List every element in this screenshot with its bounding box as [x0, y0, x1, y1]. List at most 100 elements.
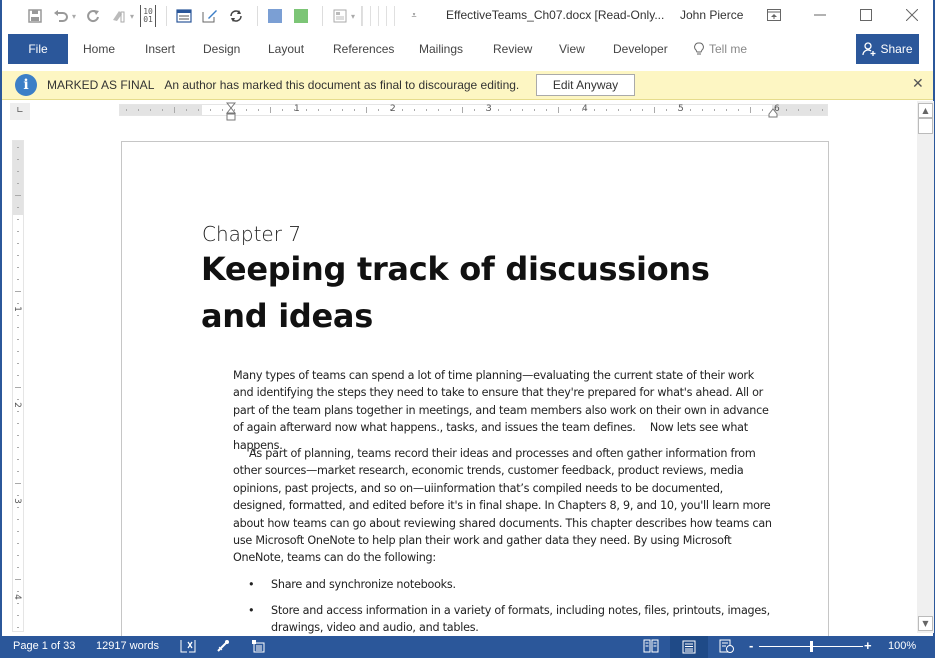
tell-me-box[interactable]: Tell me [694, 34, 747, 64]
status-bar: Page 1 of 33 12917 words - + 100% [2, 636, 933, 658]
message-text: An author has marked this document as fi… [164, 78, 520, 92]
read-mode-icon[interactable] [643, 639, 659, 656]
scroll-down-button[interactable]: ▼ [918, 616, 933, 631]
ruler-tick [354, 109, 355, 111]
layout-icon[interactable] [329, 5, 351, 27]
ruler-tick [17, 171, 19, 172]
separator [257, 6, 259, 26]
ruler-tick [606, 109, 607, 111]
scroll-up-button[interactable]: ▲ [918, 103, 933, 118]
ruler-tick [17, 471, 19, 472]
ruler-tick [594, 109, 595, 111]
undo-icon[interactable] [50, 5, 72, 27]
tab-insert[interactable]: Insert [145, 34, 175, 64]
info-icon: i [15, 74, 37, 96]
ruler-tick [17, 351, 19, 352]
refresh-icon[interactable] [225, 5, 247, 27]
proofing-icon[interactable] [180, 639, 196, 656]
share-button[interactable]: Share [856, 34, 919, 64]
ruler-tick [810, 109, 811, 111]
ruler-tick [726, 109, 727, 111]
tab-home[interactable]: Home [83, 34, 115, 64]
save-icon[interactable] [24, 5, 46, 27]
ruler-tick [17, 207, 19, 208]
ruler-tick [17, 243, 19, 244]
zoom-out-button[interactable]: - [749, 638, 753, 653]
format-dropdown-icon[interactable]: ▾ [130, 12, 134, 21]
tab-selector[interactable]: ∟ [10, 103, 30, 120]
ruler-tick [17, 435, 19, 436]
tab-layout[interactable]: Layout [268, 34, 304, 64]
blue-color-swatch[interactable] [264, 5, 286, 27]
marked-as-final-bar: i MARKED AS FINAL An author has marked t… [2, 71, 933, 100]
document-page[interactable]: Chapter 7 Keeping track of discussions a… [121, 141, 829, 641]
share-label: Share [880, 42, 913, 56]
macro-recording-icon[interactable] [216, 639, 230, 656]
binary-icon[interactable]: 10 01 [140, 5, 157, 27]
web-layout-icon[interactable] [719, 639, 735, 656]
zoom-in-button[interactable]: + [864, 638, 872, 653]
ruler-tick [17, 591, 19, 592]
ruler-tick [258, 109, 259, 111]
tab-design[interactable]: Design [203, 34, 240, 64]
ruler-tick [138, 109, 139, 111]
close-message-icon[interactable]: ✕ [912, 76, 924, 92]
ribbon-display-options-button[interactable] [754, 0, 794, 30]
undo-dropdown-icon[interactable]: ▾ [72, 12, 76, 21]
user-name[interactable]: John Pierce [680, 8, 743, 22]
customize-quick-access-icon[interactable]: ⩡ [403, 5, 425, 27]
edit-icon[interactable] [199, 5, 221, 27]
page-count[interactable]: Page 1 of 33 [13, 640, 75, 652]
close-button[interactable] [892, 0, 932, 30]
ruler-tick [654, 107, 655, 113]
ruler-tick [15, 483, 21, 484]
tab-mailings[interactable]: Mailings [419, 34, 463, 64]
ruler-tick [570, 109, 571, 111]
tab-review[interactable]: Review [493, 34, 532, 64]
ruler-tick [210, 109, 211, 111]
format-painter-icon[interactable] [108, 5, 130, 27]
right-indent-marker[interactable] [768, 108, 778, 118]
ruler-tick [486, 109, 487, 111]
layout-dropdown-icon[interactable]: ▾ [351, 12, 355, 21]
minimize-button[interactable] [800, 0, 840, 30]
ruler-tick [714, 109, 715, 111]
print-layout-button[interactable] [670, 636, 708, 658]
ruler-tick [534, 109, 535, 111]
tab-references[interactable]: References [333, 34, 394, 64]
zoom-slider-thumb[interactable] [810, 641, 813, 652]
ruler-tick [342, 109, 343, 111]
redo-icon[interactable] [82, 5, 104, 27]
ruler-number: 2 [11, 402, 22, 408]
ruler-tick [17, 555, 19, 556]
scroll-thumb[interactable] [918, 118, 933, 134]
maximize-icon [860, 9, 872, 21]
ruler-tick [17, 507, 19, 508]
ruler-tick [582, 109, 583, 111]
display-icon[interactable] [173, 5, 195, 27]
edit-anyway-button[interactable]: Edit Anyway [536, 74, 635, 96]
ruler-tick [294, 109, 295, 111]
tell-me-label: Tell me [709, 42, 748, 56]
ruler-tick [246, 109, 247, 111]
first-line-indent-marker[interactable] [226, 102, 236, 122]
ruler-tick [17, 315, 19, 316]
zoom-level[interactable]: 100% [888, 640, 916, 652]
tab-view[interactable]: View [559, 34, 585, 64]
tab-file[interactable]: File [8, 34, 68, 64]
top-margin-area [13, 141, 23, 215]
tab-developer[interactable]: Developer [613, 34, 668, 64]
vertical-scrollbar[interactable]: ▲ ▼ [917, 101, 934, 633]
green-color-swatch[interactable] [290, 5, 312, 27]
accessibility-icon[interactable] [251, 639, 265, 656]
ruler-number: 4 [11, 594, 22, 600]
word-count[interactable]: 12917 words [96, 640, 159, 652]
ruler-tick [642, 109, 643, 111]
ruler-tick [17, 303, 19, 304]
vertical-ruler[interactable]: 1 2 3 4 [12, 140, 24, 632]
title-bar: ▾ ▾ 10 01 ▾ ⩡ EffectiveTeams_Ch07.docx [… [2, 0, 933, 32]
ruler-tick [17, 363, 19, 364]
ruler-number: 3 [11, 498, 22, 504]
maximize-button[interactable] [846, 0, 886, 30]
ruler-tick [438, 109, 439, 111]
